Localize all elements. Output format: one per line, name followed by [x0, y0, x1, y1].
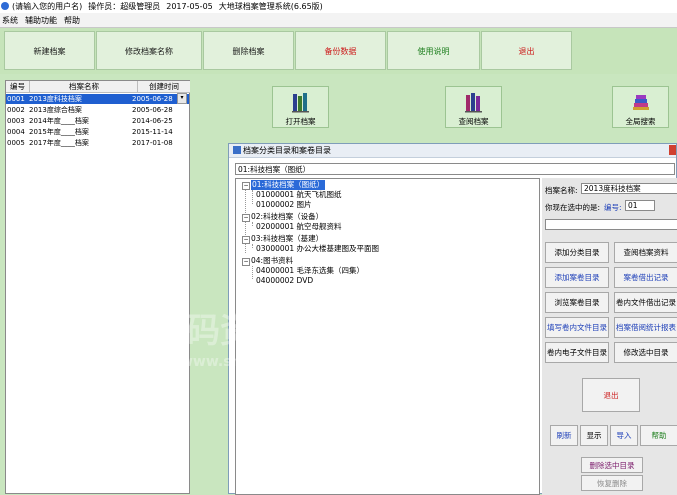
- tree-node-01000002[interactable]: 01000002 图片: [256, 200, 312, 210]
- close-icon[interactable]: [669, 145, 676, 155]
- col-name[interactable]: 档案名称: [29, 81, 138, 93]
- open-archive-label: 打开档案: [285, 117, 316, 126]
- file-out-record-button[interactable]: 卷内文件借出记录: [614, 292, 677, 313]
- row-dropdown-icon[interactable]: ▾: [177, 93, 187, 104]
- menu-system[interactable]: 系统: [2, 13, 18, 28]
- menu-bar: 系统 辅助功能 帮助: [0, 13, 677, 28]
- refresh-button[interactable]: 刷新: [550, 425, 578, 446]
- tree-node-01[interactable]: 01:科技档案（图纸）: [251, 180, 326, 190]
- app-icon: [1, 2, 9, 10]
- collapse-icon[interactable]: −: [242, 258, 250, 266]
- global-search-label: 全局搜索: [625, 117, 656, 126]
- main-toolbar: 新建档案 修改档案名称 删除档案 备份数据 使用说明 退出: [0, 28, 677, 74]
- archive-list: 编号 档案名称 创建时间 0001 2013度科技档案 2005-06-28 0…: [5, 80, 190, 494]
- stats-report-button[interactable]: 档案借阅统计报表: [614, 317, 677, 338]
- table-row[interactable]: 0004 2015年度____档案 2015-11-14: [6, 127, 189, 137]
- edit-selected-button[interactable]: 修改选中目录: [614, 342, 677, 363]
- query-archive-data-button[interactable]: 查阅档案资料: [614, 242, 677, 263]
- title-app: 大地球档案管理系统(6.65版): [218, 2, 323, 11]
- global-search-button[interactable]: 全局搜索: [612, 86, 669, 128]
- dialog-title: 档案分类目录和案卷目录: [243, 146, 331, 155]
- book-stack-icon: [632, 95, 649, 110]
- title-date: 2017-05-05: [166, 2, 213, 11]
- books-search-icon: [464, 93, 482, 113]
- tree-node-04000002[interactable]: 04000002 DVD: [256, 276, 313, 286]
- window-titlebar: (请输入您的用户名) 操作员：超级管理员 2017-05-05 大地球档案管理系统(6…: [0, 0, 677, 13]
- tree-node-03[interactable]: 03:科技档案（基建）: [251, 234, 323, 244]
- code-field[interactable]: 01: [625, 200, 655, 211]
- volume-out-record-button[interactable]: 案卷借出记录: [614, 267, 677, 288]
- table-row[interactable]: 0003 2014年度____档案 2014-06-25: [6, 116, 189, 126]
- exit-button[interactable]: 退出: [481, 31, 572, 70]
- title-user: (请输入您的用户名): [12, 2, 83, 11]
- tree-node-04000001[interactable]: 04000001 毛泽东选集（四集）: [256, 266, 364, 276]
- archive-name-field[interactable]: 2013度科技档案: [581, 183, 677, 194]
- code-label: 编号:: [604, 203, 622, 212]
- query-archive-label: 查阅档案: [458, 117, 489, 126]
- rename-archive-button[interactable]: 修改档案名称: [96, 31, 202, 70]
- table-row[interactable]: 0002 2013度综合档案 2005-06-28: [6, 105, 189, 115]
- dialog-titlebar: 档案分类目录和案卷目录: [229, 144, 676, 158]
- tree-node-03000001[interactable]: 03000001 办公大楼基建图及平面图: [256, 244, 379, 254]
- selected-label: 你现在选中的是:: [545, 203, 601, 212]
- dialog-app-icon: [233, 146, 241, 154]
- show-button[interactable]: 显示: [580, 425, 608, 446]
- category-tree: − 01:科技档案（图纸） 01000001 航天飞机图纸 01000002 图…: [235, 178, 540, 495]
- open-archive-button[interactable]: 打开档案: [272, 86, 329, 128]
- table-row[interactable]: 0001 2013度科技档案 2005-06-28: [6, 94, 189, 104]
- selected-field[interactable]: [545, 219, 677, 230]
- import-button[interactable]: 导入: [610, 425, 638, 446]
- menu-aux[interactable]: 辅助功能: [25, 13, 57, 28]
- dialog-right-pane: 档案名称: 2013度科技档案 你现在选中的是: 编号: 01 添加分类目录 查…: [542, 178, 677, 495]
- books-icon: [291, 93, 309, 113]
- tree-node-01000001[interactable]: 01000001 航天飞机图纸: [256, 190, 342, 200]
- fill-files-button[interactable]: 填写卷内文件目录: [545, 317, 609, 338]
- category-dialog: 档案分类目录和案卷目录 01:科技档案（图纸） − 01:科技档案（图纸） 01…: [228, 143, 677, 495]
- new-archive-button[interactable]: 新建档案: [4, 31, 95, 70]
- menu-help[interactable]: 帮助: [64, 13, 80, 28]
- backup-button[interactable]: 备份数据: [295, 31, 386, 70]
- browse-volume-button[interactable]: 浏览案卷目录: [545, 292, 609, 313]
- col-id[interactable]: 编号: [6, 81, 29, 93]
- collapse-icon[interactable]: −: [242, 182, 250, 190]
- col-date[interactable]: 创建时间: [137, 81, 190, 93]
- category-select[interactable]: 01:科技档案（图纸）: [235, 163, 675, 175]
- title-operator: 操作员：超级管理员: [88, 2, 161, 11]
- tree-node-02000001[interactable]: 02000001 航空母舰资料: [256, 222, 342, 232]
- e-files-button[interactable]: 卷内电子文件目录: [545, 342, 609, 363]
- table-row[interactable]: 0005 2017年度____档案 2017-01-08: [6, 138, 189, 148]
- query-archive-button[interactable]: 查阅档案: [445, 86, 502, 128]
- collapse-icon[interactable]: −: [242, 214, 250, 222]
- tree-node-04[interactable]: 04:图书资料: [251, 256, 293, 266]
- add-category-button[interactable]: 添加分类目录: [545, 242, 609, 263]
- help-button[interactable]: 帮助: [640, 425, 677, 446]
- delete-selected-button[interactable]: 删除选中目录: [581, 457, 643, 473]
- tree-node-02[interactable]: 02:科技档案（设备）: [251, 212, 323, 222]
- archive-name-label: 档案名称:: [545, 186, 578, 195]
- delete-archive-button[interactable]: 删除档案: [203, 31, 294, 70]
- add-volume-button[interactable]: 添加案卷目录: [545, 267, 609, 288]
- manual-button[interactable]: 使用说明: [387, 31, 480, 70]
- restore-delete-button[interactable]: 恢复删除: [581, 475, 643, 491]
- dialog-exit-button[interactable]: 退出: [582, 378, 640, 412]
- collapse-icon[interactable]: −: [242, 236, 250, 244]
